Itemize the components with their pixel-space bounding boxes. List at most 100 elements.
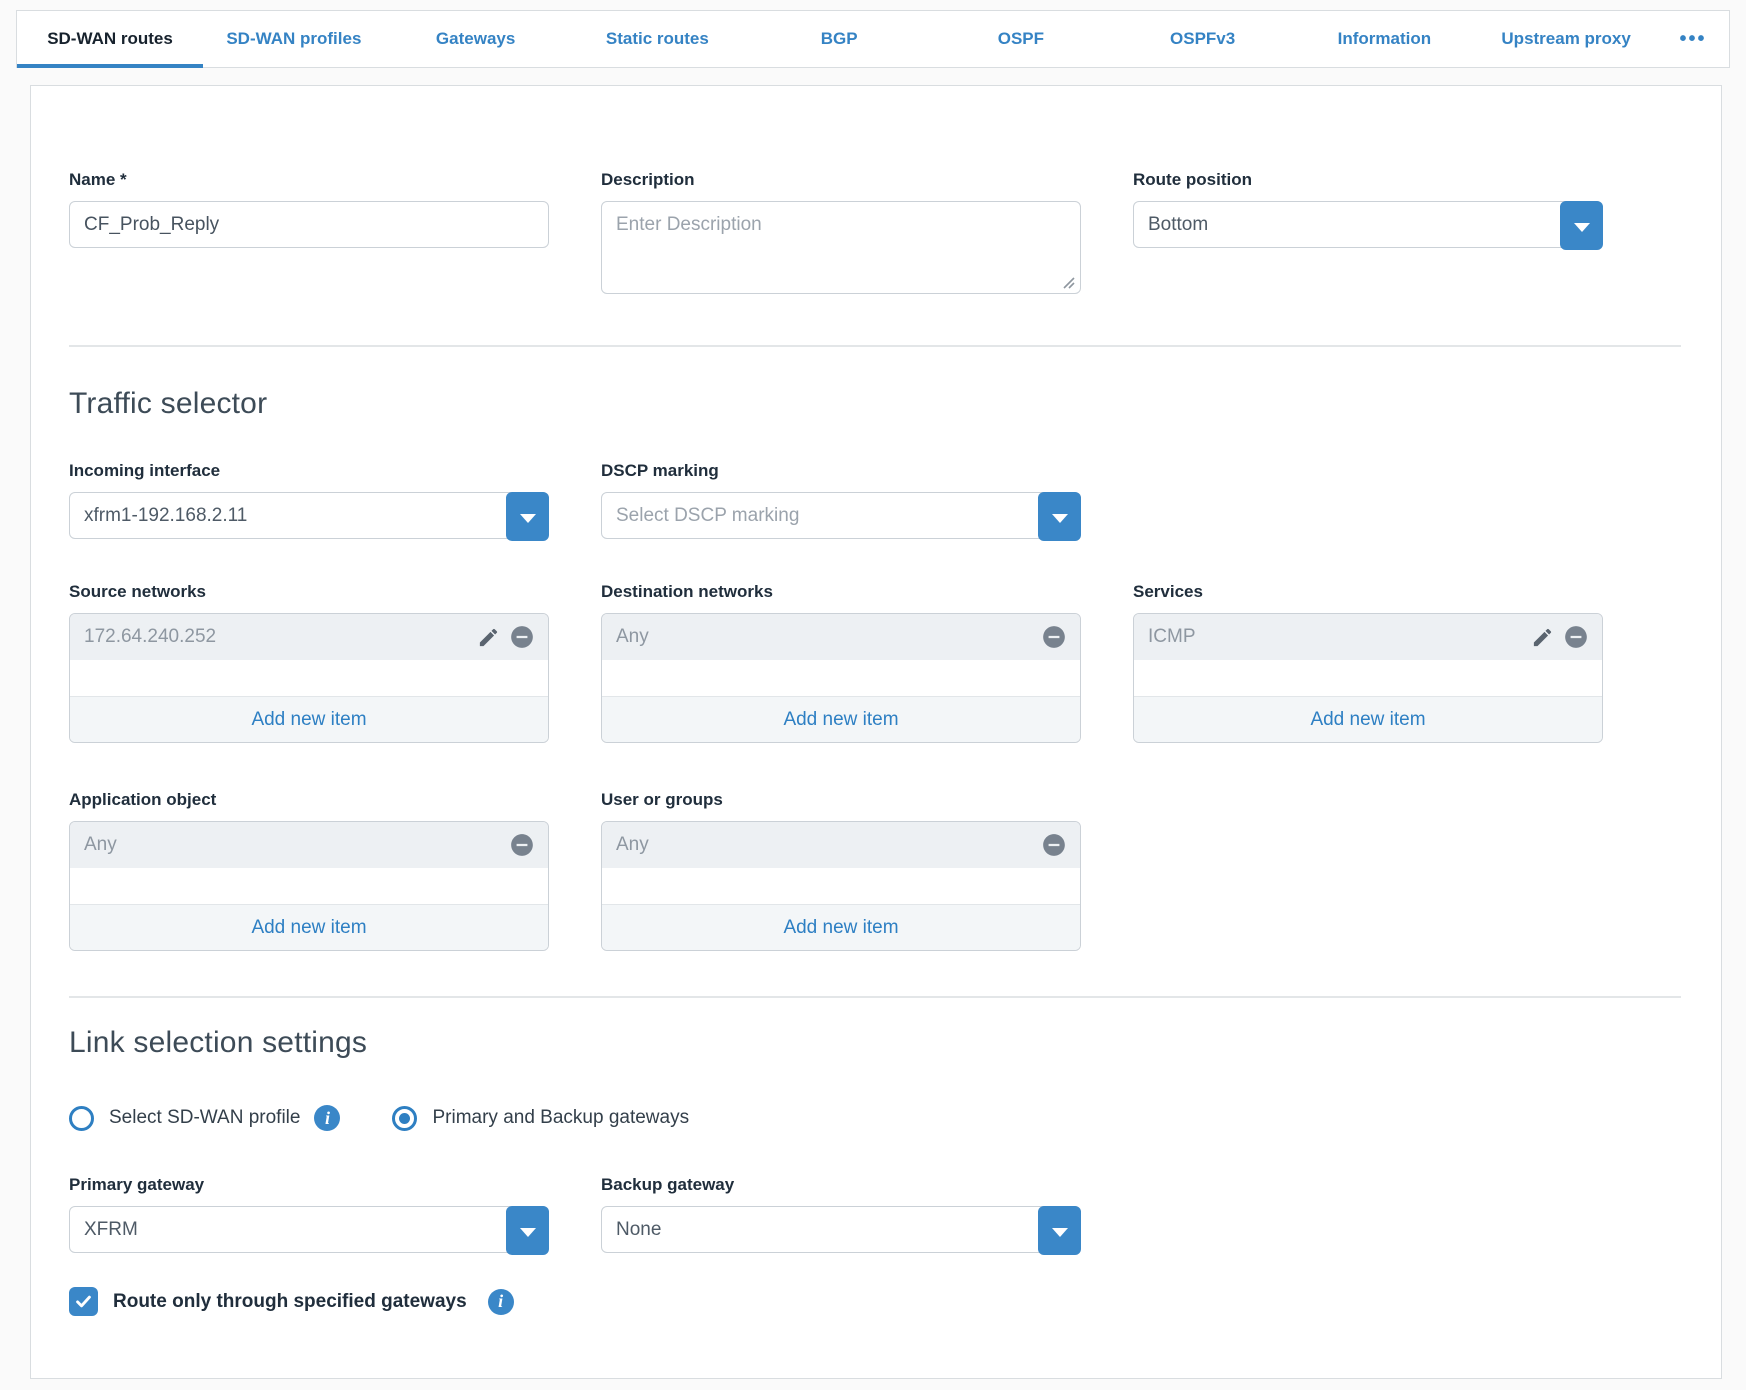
chevron-down-icon [1052, 514, 1068, 523]
primary-gateway-label: Primary gateway [69, 1175, 549, 1195]
add-new-item-button[interactable]: Add new item [70, 696, 548, 742]
add-new-item-button[interactable]: Add new item [602, 904, 1080, 950]
radio-select-sdwan-profile[interactable] [69, 1106, 94, 1131]
remove-icon[interactable] [509, 832, 535, 858]
remove-icon[interactable] [509, 624, 535, 650]
tab-static-routes[interactable]: Static routes [567, 11, 749, 67]
dropdown-button[interactable] [1038, 1206, 1081, 1255]
source-networks-label: Source networks [69, 582, 549, 602]
dscp-marking-select[interactable]: Select DSCP marking [601, 492, 1081, 539]
list-empty-area [70, 660, 548, 696]
dropdown-button[interactable] [506, 1206, 549, 1255]
dropdown-button[interactable] [1560, 201, 1603, 250]
tab-bgp[interactable]: BGP [748, 11, 930, 67]
user-or-groups-label: User or groups [601, 790, 1081, 810]
add-new-item-button[interactable]: Add new item [70, 904, 548, 950]
user-or-groups-field-group: User or groups Any Add new item [601, 790, 1081, 951]
radio-primary-backup-gateways[interactable] [392, 1106, 417, 1131]
add-new-item-button[interactable]: Add new item [602, 696, 1080, 742]
backup-gateway-value: None [602, 1207, 1080, 1252]
source-networks-list: 172.64.240.252 Add new item [69, 613, 549, 743]
services-label: Services [1133, 582, 1603, 602]
route-position-select[interactable]: Bottom [1133, 201, 1603, 248]
description-textarea[interactable] [601, 201, 1081, 294]
backup-gateway-select[interactable]: None [601, 1206, 1081, 1253]
application-object-label: Application object [69, 790, 549, 810]
application-users-row: Application object Any Add new item User… [69, 790, 1681, 951]
list-empty-area [70, 868, 548, 904]
list-empty-area [602, 868, 1080, 904]
tab-ospfv3[interactable]: OSPFv3 [1112, 11, 1294, 67]
services-field-group: Services ICMP [1133, 582, 1603, 743]
incoming-interface-value: xfrm1-192.168.2.11 [70, 493, 548, 538]
interface-dscp-row: Incoming interface xfrm1-192.168.2.11 DS… [69, 461, 1681, 539]
backup-gateway-label: Backup gateway [601, 1175, 1081, 1195]
source-networks-field-group: Source networks 172.64.240.252 [69, 582, 549, 743]
dropdown-button[interactable] [1038, 492, 1081, 541]
list-item: Any [602, 614, 1080, 660]
remove-icon[interactable] [1041, 624, 1067, 650]
link-mode-radio-group: Select SD-WAN profile i Primary and Back… [69, 1105, 1681, 1131]
divider [69, 345, 1681, 347]
route-position-value: Bottom [1134, 202, 1602, 247]
primary-gateway-select[interactable]: XFRM [69, 1206, 549, 1253]
chevron-down-icon [520, 1228, 536, 1237]
tab-ospf[interactable]: OSPF [930, 11, 1112, 67]
add-new-item-button[interactable]: Add new item [1134, 696, 1602, 742]
destination-networks-field-group: Destination networks Any Add new item [601, 582, 1081, 743]
backup-gateway-field-group: Backup gateway None [601, 1175, 1081, 1253]
edit-icon[interactable] [1531, 626, 1554, 649]
tab-more[interactable]: ••• [1657, 11, 1729, 67]
list-empty-area [1134, 660, 1602, 696]
info-icon[interactable]: i [314, 1105, 340, 1131]
list-item: ICMP [1134, 614, 1602, 660]
application-object-field-group: Application object Any Add new item [69, 790, 549, 951]
tab-information[interactable]: Information [1294, 11, 1476, 67]
gateways-row: Primary gateway XFRM Backup gateway None [69, 1175, 1681, 1253]
list-empty-area [602, 660, 1080, 696]
remove-icon[interactable] [1041, 832, 1067, 858]
list-item-text: Any [84, 834, 117, 856]
tab-bar: SD-WAN routes SD-WAN profiles Gateways S… [16, 10, 1730, 68]
incoming-interface-field-group: Incoming interface xfrm1-192.168.2.11 [69, 461, 549, 539]
list-item-text: Any [616, 626, 649, 648]
tab-upstream-proxy[interactable]: Upstream proxy [1475, 11, 1657, 67]
list-item: Any [70, 822, 548, 868]
list-item: Any [602, 822, 1080, 868]
route-only-label: Route only through specified gateways [113, 1291, 467, 1313]
application-object-list: Any Add new item [69, 821, 549, 951]
edit-icon[interactable] [477, 626, 500, 649]
section-title-traffic-selector: Traffic selector [69, 387, 1681, 421]
networks-services-row: Source networks 172.64.240.252 [69, 582, 1681, 743]
chevron-down-icon [520, 514, 536, 523]
tab-gateways[interactable]: Gateways [385, 11, 567, 67]
list-item-text: Any [616, 834, 649, 856]
route-only-row: Route only through specified gateways i [69, 1287, 1681, 1316]
checkmark-icon [74, 1292, 93, 1311]
section-title-link-selection: Link selection settings [69, 1026, 1681, 1060]
list-item: 172.64.240.252 [70, 614, 548, 660]
dscp-marking-placeholder: Select DSCP marking [602, 493, 1080, 538]
list-item-text: ICMP [1148, 626, 1196, 648]
route-only-checkbox[interactable] [69, 1287, 98, 1316]
services-list: ICMP Add new item [1133, 613, 1603, 743]
divider [69, 996, 1681, 998]
name-field-group: Name * [69, 170, 549, 299]
chevron-down-icon [1574, 223, 1590, 232]
tab-sdwan-profiles[interactable]: SD-WAN profiles [203, 11, 385, 67]
dropdown-button[interactable] [506, 492, 549, 541]
route-position-label: Route position [1133, 170, 1603, 190]
list-item-text: 172.64.240.252 [84, 626, 216, 648]
incoming-interface-select[interactable]: xfrm1-192.168.2.11 [69, 492, 549, 539]
description-field-group: Description [601, 170, 1081, 299]
name-input[interactable] [69, 201, 549, 248]
primary-gateway-field-group: Primary gateway XFRM [69, 1175, 549, 1253]
tab-sdwan-routes[interactable]: SD-WAN routes [17, 11, 203, 67]
primary-gateway-value: XFRM [70, 1207, 548, 1252]
dscp-marking-field-group: DSCP marking Select DSCP marking [601, 461, 1081, 539]
general-settings-row: Name * Description Route position Bottom [69, 170, 1681, 299]
radio-select-sdwan-profile-label: Select SD-WAN profile [109, 1107, 300, 1129]
remove-icon[interactable] [1563, 624, 1589, 650]
info-icon[interactable]: i [488, 1289, 514, 1315]
route-position-field-group: Route position Bottom [1133, 170, 1603, 299]
